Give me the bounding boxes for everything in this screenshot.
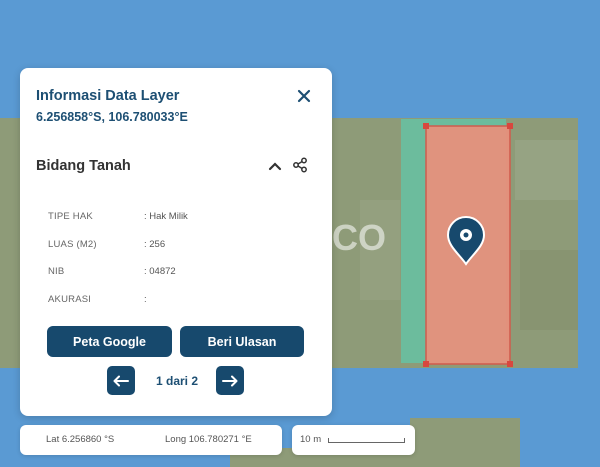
arrow-left-icon bbox=[113, 375, 129, 386]
attr-key-tipe-hak: TIPE HAK bbox=[48, 211, 93, 222]
land-texture-2 bbox=[520, 250, 580, 330]
scale-label: 10 m bbox=[300, 434, 322, 445]
latitude-readout: Lat 6.256860 °S bbox=[46, 434, 115, 445]
scale-bar bbox=[328, 438, 405, 443]
coordinate-readout: Lat 6.256860 °S Long 106.780271 °E bbox=[20, 425, 282, 455]
attr-value-luas: : 256 bbox=[144, 239, 166, 250]
panel-coordinates: 6.256858°S, 106.780033°E bbox=[36, 110, 188, 124]
land-bottom bbox=[410, 418, 520, 467]
arrow-right-icon bbox=[222, 375, 238, 386]
attr-value-tipe-hak: : Hak Milik bbox=[144, 211, 188, 222]
pager-label: 1 dari 2 bbox=[156, 374, 199, 388]
section-title: Bidang Tanah bbox=[36, 158, 131, 174]
chevron-up-icon[interactable] bbox=[268, 160, 282, 172]
road-strip bbox=[578, 118, 600, 368]
parcel-vertex[interactable] bbox=[423, 361, 429, 367]
map-watermark: CO bbox=[332, 217, 386, 258]
panel-title: Informasi Data Layer bbox=[36, 88, 180, 104]
parcel-vertex[interactable] bbox=[507, 361, 513, 367]
parcel-vertex[interactable] bbox=[507, 123, 513, 129]
prev-button[interactable] bbox=[107, 366, 135, 395]
info-panel: Informasi Data Layer 6.256858°S, 106.780… bbox=[20, 68, 332, 416]
next-button[interactable] bbox=[216, 366, 244, 395]
review-button[interactable]: Beri Ulasan bbox=[180, 326, 304, 357]
parcel-vertex[interactable] bbox=[423, 123, 429, 129]
share-icon[interactable] bbox=[292, 157, 308, 173]
attr-key-akurasi: AKURASI bbox=[48, 294, 92, 305]
close-icon[interactable] bbox=[296, 88, 312, 104]
attr-value-akurasi: : bbox=[144, 294, 147, 305]
google-maps-button[interactable]: Peta Google bbox=[47, 326, 172, 357]
attr-key-luas: LUAS (M2) bbox=[48, 239, 97, 250]
scale-indicator: 10 m bbox=[292, 425, 415, 455]
land-texture bbox=[515, 140, 580, 200]
attr-value-nib: : 04872 bbox=[144, 266, 176, 277]
attr-key-nib: NIB bbox=[48, 266, 65, 277]
longitude-readout: Long 106.780271 °E bbox=[165, 434, 252, 445]
